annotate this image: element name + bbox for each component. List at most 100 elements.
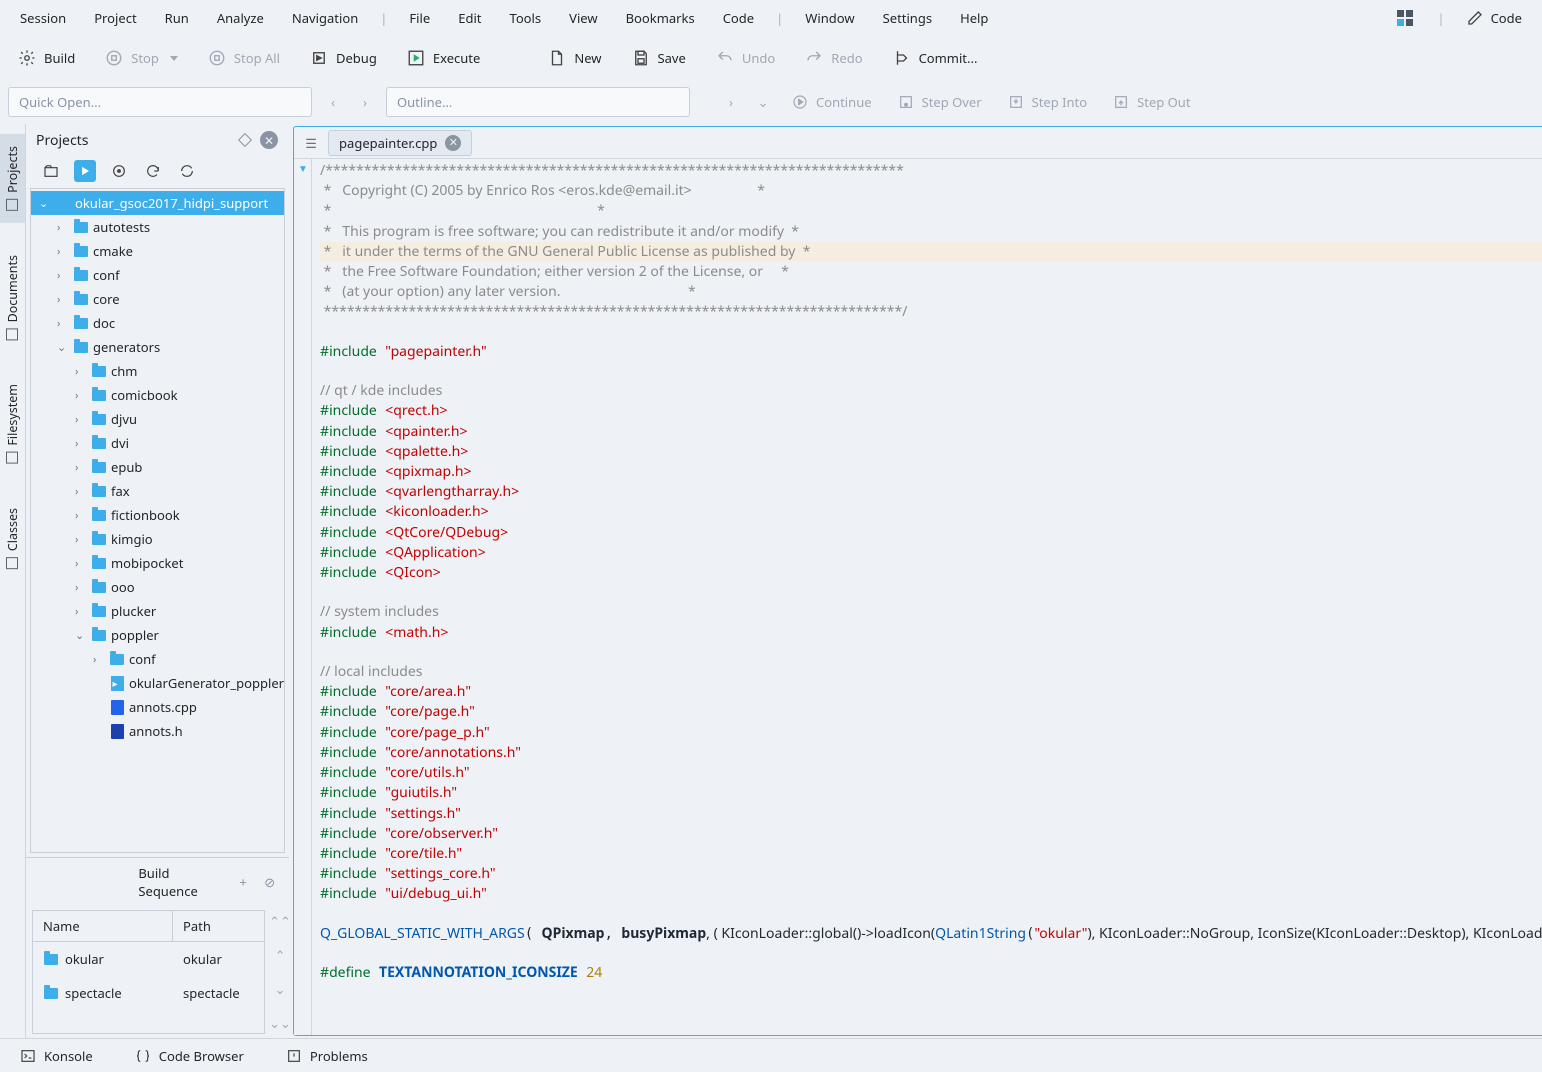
dock-classes[interactable]: Classes: [0, 496, 25, 581]
tree-item[interactable]: generators: [31, 335, 284, 359]
code-browser-button[interactable]: Code Browser: [129, 1043, 250, 1069]
menu-file[interactable]: File: [397, 3, 442, 33]
build-row[interactable]: okular okular: [33, 942, 264, 976]
tree-item[interactable]: okularGenerator_poppler: [31, 671, 284, 695]
tree-twist-icon[interactable]: [75, 532, 87, 547]
problems-button[interactable]: Problems: [280, 1043, 374, 1069]
tree-item[interactable]: fax: [31, 479, 284, 503]
build-col-name[interactable]: Name: [33, 911, 173, 941]
tree-twist-icon[interactable]: [75, 508, 87, 523]
project-tree[interactable]: okular_gsoc2017_hidpi_supportautotestscm…: [30, 188, 285, 853]
step-over-button[interactable]: Step Over: [890, 89, 990, 115]
proj-home-button[interactable]: [40, 160, 62, 182]
build-add-button[interactable]: +: [234, 872, 253, 892]
menu-project[interactable]: Project: [82, 3, 148, 33]
move-down-button[interactable]: ⌄: [271, 980, 289, 998]
tree-item[interactable]: plucker: [31, 599, 284, 623]
menu-analyze[interactable]: Analyze: [205, 3, 276, 33]
tree-item[interactable]: dvi: [31, 431, 284, 455]
undo-button[interactable]: Undo: [710, 45, 781, 71]
move-top-button[interactable]: ⌃⌃: [271, 912, 289, 930]
tree-twist-icon[interactable]: [39, 196, 51, 211]
tree-item[interactable]: core: [31, 287, 284, 311]
tree-item[interactable]: mobipocket: [31, 551, 284, 575]
build-col-path[interactable]: Path: [173, 911, 221, 941]
menu-session[interactable]: Session: [8, 3, 78, 33]
menu-tools[interactable]: Tools: [498, 3, 554, 33]
tree-twist-icon[interactable]: [57, 316, 69, 331]
tree-item[interactable]: djvu: [31, 407, 284, 431]
dropdown-prev-button[interactable]: ›: [720, 91, 742, 113]
tree-item[interactable]: ooo: [31, 575, 284, 599]
dropdown-next-button[interactable]: ⌄: [752, 91, 774, 113]
new-button[interactable]: New: [542, 45, 607, 71]
step-out-button[interactable]: Step Out: [1105, 89, 1198, 115]
menu-bookmarks[interactable]: Bookmarks: [614, 3, 707, 33]
tree-item[interactable]: okular_gsoc2017_hidpi_support: [31, 191, 284, 215]
tree-twist-icon[interactable]: [57, 220, 69, 235]
tree-twist-icon[interactable]: [75, 556, 87, 571]
commit-button[interactable]: Commit...: [887, 45, 984, 71]
activities-icon[interactable]: [1397, 10, 1413, 26]
build-disable-button[interactable]: ⊘: [260, 872, 279, 892]
menu-navigation[interactable]: Navigation: [280, 3, 370, 33]
tree-item[interactable]: comicbook: [31, 383, 284, 407]
redo-button[interactable]: Redo: [799, 45, 868, 71]
move-bottom-button[interactable]: ⌄⌄: [271, 1014, 289, 1032]
editor-listview-button[interactable]: ☰: [300, 132, 322, 154]
tree-twist-icon[interactable]: [93, 652, 105, 667]
menu-settings[interactable]: Settings: [871, 3, 944, 33]
tree-item[interactable]: annots.cpp: [31, 695, 284, 719]
area-switcher-code[interactable]: Code: [1455, 3, 1534, 33]
tree-item[interactable]: doc: [31, 311, 284, 335]
tree-twist-icon[interactable]: [75, 460, 87, 475]
konsole-button[interactable]: Konsole: [14, 1043, 99, 1069]
tree-item[interactable]: chm: [31, 359, 284, 383]
menu-run[interactable]: Run: [153, 3, 201, 33]
proj-target-button[interactable]: [108, 160, 130, 182]
fold-marker-icon[interactable]: ▼: [294, 161, 311, 175]
panel-pin-button[interactable]: [235, 130, 255, 150]
tree-item[interactable]: epub: [31, 455, 284, 479]
tree-twist-icon[interactable]: [75, 412, 87, 427]
build-button[interactable]: Build: [12, 45, 81, 71]
tree-twist-icon[interactable]: [75, 364, 87, 379]
tree-item[interactable]: poppler: [31, 623, 284, 647]
execute-button[interactable]: Execute: [401, 45, 486, 71]
quick-open-input[interactable]: Quick Open...: [8, 87, 312, 117]
outline-input[interactable]: Outline...: [386, 87, 690, 117]
debug-button[interactable]: Debug: [304, 45, 383, 71]
code-editor[interactable]: /***************************************…: [312, 159, 1542, 1035]
menu-view[interactable]: View: [557, 3, 609, 33]
stop-all-button[interactable]: Stop All: [202, 45, 286, 71]
dock-filesystem[interactable]: Filesystem: [0, 372, 25, 476]
tree-twist-icon[interactable]: [75, 484, 87, 499]
save-button[interactable]: Save: [626, 45, 692, 71]
proj-refresh-button[interactable]: [176, 160, 198, 182]
tree-twist-icon[interactable]: [75, 388, 87, 403]
tree-twist-icon[interactable]: [75, 604, 87, 619]
tree-item[interactable]: cmake: [31, 239, 284, 263]
move-up-button[interactable]: ⌃: [271, 946, 289, 964]
code-gutter[interactable]: ▼: [294, 159, 312, 1035]
proj-reload-button[interactable]: [142, 160, 164, 182]
tree-twist-icon[interactable]: [75, 580, 87, 595]
tree-twist-icon[interactable]: [57, 244, 69, 259]
editor-tab[interactable]: pagepainter.cpp ✕: [328, 130, 472, 156]
nav-forward-button[interactable]: ›: [354, 91, 376, 113]
panel-close-button[interactable]: ✕: [259, 130, 279, 150]
dock-documents[interactable]: Documents: [0, 243, 25, 352]
step-into-button[interactable]: Step Into: [1000, 89, 1096, 115]
nav-back-button[interactable]: ‹: [322, 91, 344, 113]
menu-help[interactable]: Help: [948, 3, 1000, 33]
menu-code[interactable]: Code: [711, 3, 766, 33]
tree-item[interactable]: fictionbook: [31, 503, 284, 527]
tree-twist-icon[interactable]: [75, 436, 87, 451]
tree-item[interactable]: autotests: [31, 215, 284, 239]
tree-item[interactable]: annots.h: [31, 719, 284, 743]
tree-item[interactable]: conf: [31, 647, 284, 671]
tree-twist-icon[interactable]: [57, 268, 69, 283]
tree-item[interactable]: kimgio: [31, 527, 284, 551]
tree-twist-icon[interactable]: [57, 340, 69, 355]
dock-projects[interactable]: Projects: [0, 134, 25, 223]
